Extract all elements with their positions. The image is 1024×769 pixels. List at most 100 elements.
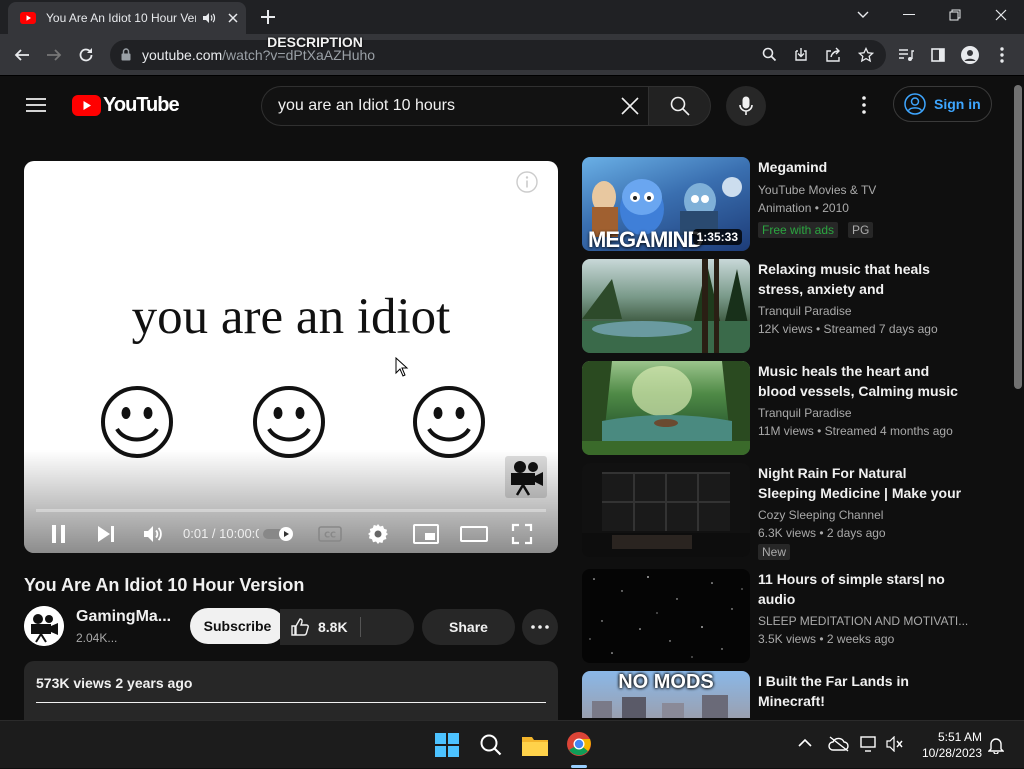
new-tab-button[interactable] bbox=[258, 7, 278, 27]
scrollbar-thumb[interactable] bbox=[1014, 85, 1022, 389]
recommendation-title[interactable]: Megamind bbox=[758, 157, 968, 177]
volume-muted-icon[interactable] bbox=[886, 736, 904, 752]
profile-icon[interactable] bbox=[954, 34, 986, 76]
tab-search-chevron-icon[interactable] bbox=[840, 0, 886, 30]
notification-bell-icon[interactable] bbox=[988, 736, 1004, 754]
recommendation-title[interactable]: I Built the Far Lands in Minecraft! bbox=[758, 671, 968, 711]
share-page-icon[interactable] bbox=[825, 47, 841, 63]
like-button[interactable]: 8.8K bbox=[280, 609, 414, 645]
network-icon[interactable] bbox=[860, 736, 878, 752]
channel-avatar[interactable] bbox=[24, 606, 64, 646]
video-title: You Are An Idiot 10 Hour Version bbox=[24, 575, 305, 595]
time-display: 0:01 / 10:00:00 bbox=[183, 526, 259, 541]
show-hidden-icons-chevron[interactable] bbox=[798, 738, 812, 747]
video-thumbnail[interactable] bbox=[582, 463, 750, 557]
sign-in-button[interactable]: Sign in bbox=[893, 86, 992, 122]
subscribe-button[interactable]: Subscribe bbox=[190, 608, 285, 644]
video-thumbnail[interactable] bbox=[582, 259, 750, 353]
tab-title: You Are An Idiot 10 Hour Ver bbox=[46, 11, 196, 25]
chrome-taskbar-icon[interactable] bbox=[559, 721, 599, 769]
theater-mode-button[interactable] bbox=[460, 526, 488, 542]
like-count: 8.8K bbox=[318, 619, 348, 635]
search-input[interactable]: you are an Idiot 10 hours bbox=[261, 86, 649, 126]
fullscreen-button[interactable] bbox=[511, 523, 533, 545]
microphone-icon bbox=[739, 96, 753, 116]
share-button[interactable]: Share bbox=[422, 609, 515, 645]
recommendation-channel[interactable]: SLEEP MEDITATION AND MOTIVATI... bbox=[758, 614, 968, 628]
youtube-logo[interactable]: YouTube bbox=[72, 94, 180, 117]
chrome-menu-icon[interactable] bbox=[986, 34, 1018, 76]
recommendation-channel[interactable]: Tranquil Paradise bbox=[758, 406, 968, 420]
recommendation-meta: 6.3K views • 2 days ago bbox=[758, 526, 886, 540]
more-actions-button[interactable] bbox=[522, 609, 558, 645]
side-panel-icon[interactable] bbox=[922, 34, 954, 76]
voice-search-button[interactable] bbox=[726, 86, 766, 126]
recommendation-item[interactable]: MEGAMIND 1:35:33 Megamind YouTube Movies… bbox=[582, 157, 1002, 253]
pause-button[interactable] bbox=[49, 523, 69, 545]
recommendation-title[interactable]: Night Rain For Natural Sleeping Medicine… bbox=[758, 463, 968, 503]
recommendation-item[interactable]: 11 Hours of simple stars| no audio SLEEP… bbox=[582, 569, 1002, 665]
recommendation-item[interactable]: Relaxing music that heals stress, anxiet… bbox=[582, 259, 1002, 355]
new-badge: New bbox=[758, 544, 791, 560]
free-with-ads-badge: Free with ads bbox=[758, 222, 839, 238]
system-clock[interactable]: 5:51 AM 10/28/2023 bbox=[914, 729, 982, 761]
taskbar-search-icon[interactable] bbox=[471, 721, 511, 769]
install-app-icon[interactable] bbox=[793, 47, 809, 63]
video-thumbnail[interactable] bbox=[582, 361, 750, 455]
bookmark-star-icon[interactable] bbox=[858, 47, 874, 63]
window-close-button[interactable] bbox=[978, 0, 1024, 30]
clock-time: 5:51 AM bbox=[937, 730, 982, 744]
recommendation-channel[interactable]: YouTube Movies & TV bbox=[758, 183, 968, 197]
recommendation-item[interactable]: Night Rain For Natural Sleeping Medicine… bbox=[582, 463, 1002, 563]
recommendation-item[interactable]: Music heals the heart and blood vessels,… bbox=[582, 361, 1002, 457]
minimize-button[interactable] bbox=[886, 0, 932, 30]
browser-tab-strip: You Are An Idiot 10 Hour Ver bbox=[0, 0, 1024, 34]
search-button[interactable] bbox=[648, 86, 711, 126]
channel-subscriber-count: 2.04K... bbox=[76, 631, 118, 645]
settings-gear-icon[interactable] bbox=[366, 522, 390, 546]
info-card-icon[interactable] bbox=[516, 171, 538, 193]
tab-close-icon[interactable] bbox=[228, 13, 238, 23]
rating-badge: PG bbox=[848, 222, 874, 238]
recommendation-title[interactable]: Music heals the heart and blood vessels,… bbox=[758, 361, 968, 401]
browser-tab[interactable]: You Are An Idiot 10 Hour Ver bbox=[8, 2, 246, 34]
description-divider bbox=[36, 702, 546, 703]
tab-audio-icon[interactable] bbox=[202, 12, 216, 24]
miniplayer-button[interactable] bbox=[413, 524, 439, 544]
thumbs-up-icon bbox=[290, 617, 310, 637]
progress-bar[interactable] bbox=[36, 509, 546, 512]
video-frame-text: you are an idiot bbox=[131, 289, 451, 345]
channel-name[interactable]: GamingMa... bbox=[76, 608, 170, 626]
captions-button[interactable]: CC bbox=[318, 526, 342, 542]
media-control-icon[interactable] bbox=[890, 34, 922, 76]
recommendation-meta: Animation • 2010 bbox=[758, 201, 849, 215]
youtube-favicon-icon bbox=[20, 12, 36, 24]
search-page-icon[interactable] bbox=[762, 47, 777, 62]
recommendation-meta: 3.5K views • 2 weeks ago bbox=[758, 632, 895, 646]
video-thumbnail[interactable]: NO MODS bbox=[582, 671, 750, 718]
recommendation-channel[interactable]: Cozy Sleeping Channel bbox=[758, 508, 968, 522]
recommendation-title[interactable]: Relaxing music that heals stress, anxiet… bbox=[758, 259, 968, 299]
video-thumbnail[interactable]: MEGAMIND 1:35:33 bbox=[582, 157, 750, 251]
video-thumbnail[interactable] bbox=[582, 569, 750, 663]
settings-menu-icon[interactable] bbox=[862, 96, 866, 114]
next-video-button[interactable] bbox=[96, 525, 116, 543]
restore-button[interactable] bbox=[932, 0, 978, 30]
smiley-face-icon bbox=[412, 385, 486, 459]
thumbnail-title-text: MEGAMIND bbox=[588, 227, 703, 251]
youtube-logo-text: YouTube bbox=[103, 94, 180, 116]
search-icon bbox=[670, 96, 690, 116]
autoplay-toggle[interactable] bbox=[262, 527, 298, 541]
recommendation-channel[interactable]: Tranquil Paradise bbox=[758, 304, 968, 318]
svg-text:CC: CC bbox=[324, 531, 336, 540]
recommendation-title[interactable]: 11 Hours of simple stars| no audio bbox=[758, 569, 968, 609]
hamburger-menu-icon[interactable] bbox=[26, 97, 46, 113]
page-scrollbar[interactable] bbox=[1012, 77, 1024, 718]
smiley-face-icon bbox=[252, 385, 326, 459]
recommendation-item[interactable]: NO MODS I Built the Far Lands in Minecra… bbox=[582, 671, 1002, 718]
clear-search-icon[interactable] bbox=[621, 97, 639, 115]
volume-button[interactable] bbox=[142, 523, 164, 545]
onedrive-offline-icon[interactable] bbox=[828, 736, 850, 752]
file-explorer-icon[interactable] bbox=[515, 721, 555, 769]
start-windows-icon[interactable] bbox=[427, 721, 467, 769]
